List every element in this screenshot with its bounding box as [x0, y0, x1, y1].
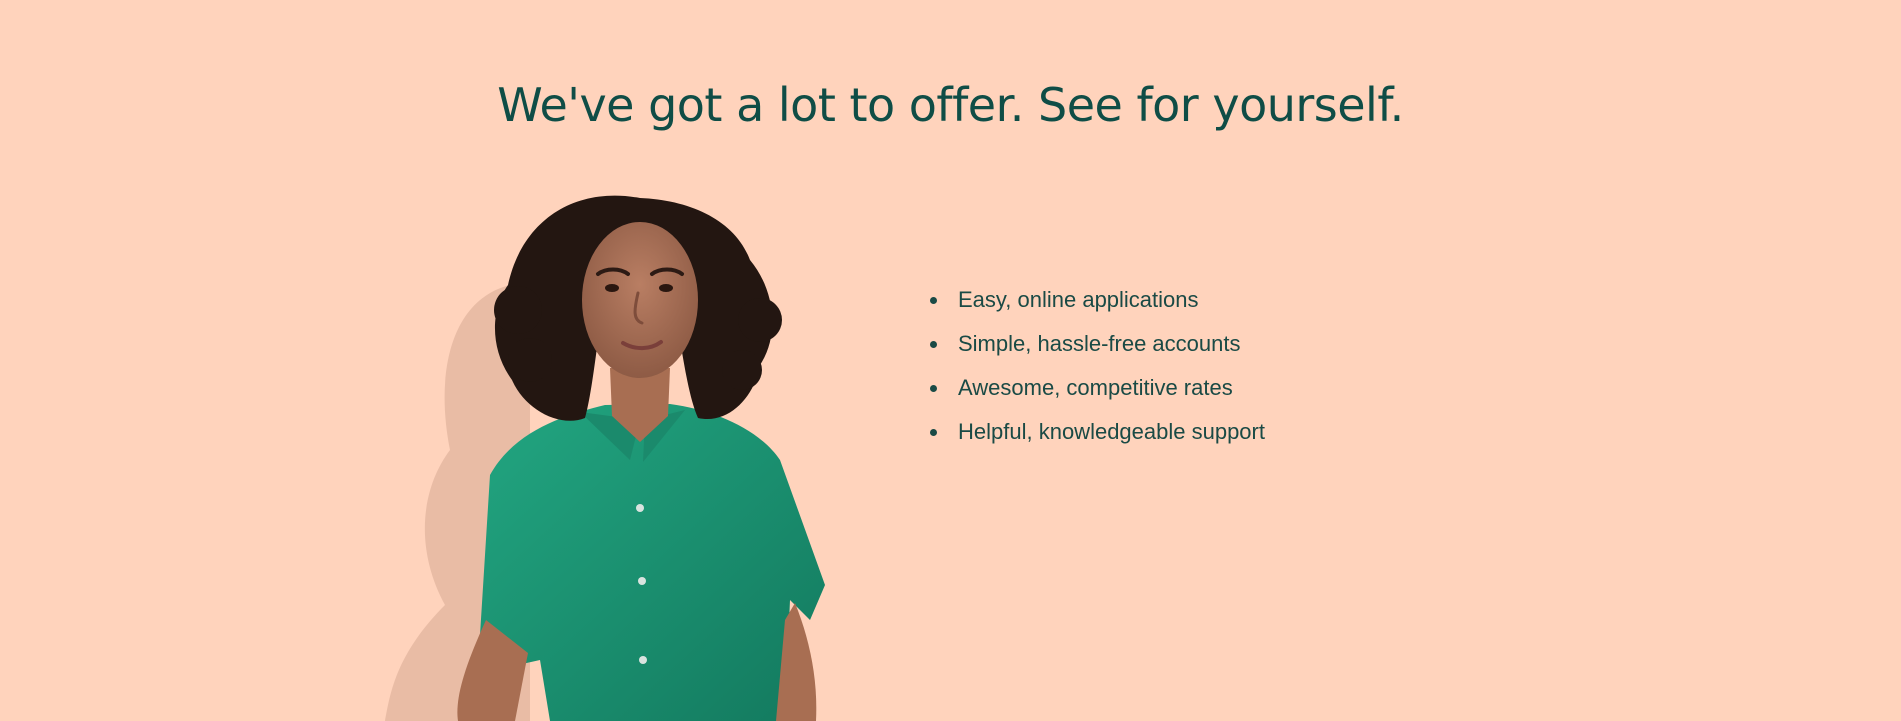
face-shape: [582, 222, 698, 378]
benefit-item: Helpful, knowledgeable support: [930, 410, 1265, 454]
bullet-dot-icon: [930, 340, 937, 348]
bullet-dot-icon: [930, 296, 937, 304]
benefit-label: Easy, online applications: [958, 287, 1199, 312]
hero-portrait-image: [385, 195, 825, 721]
green-shirt-shape: [480, 404, 825, 721]
bullet-dot-icon: [930, 428, 937, 436]
hero-headline: We've got a lot to offer. See for yourse…: [497, 78, 1404, 132]
benefit-label: Helpful, knowledgeable support: [958, 419, 1265, 444]
benefit-item: Simple, hassle-free accounts: [930, 322, 1265, 366]
benefit-label: Awesome, competitive rates: [958, 375, 1233, 400]
bullet-dot-icon: [930, 384, 937, 392]
benefit-label: Simple, hassle-free accounts: [958, 331, 1241, 356]
benefits-list: Easy, online applications Simple, hassle…: [930, 278, 1265, 454]
benefit-item: Easy, online applications: [930, 278, 1265, 322]
benefit-item: Awesome, competitive rates: [930, 366, 1265, 410]
